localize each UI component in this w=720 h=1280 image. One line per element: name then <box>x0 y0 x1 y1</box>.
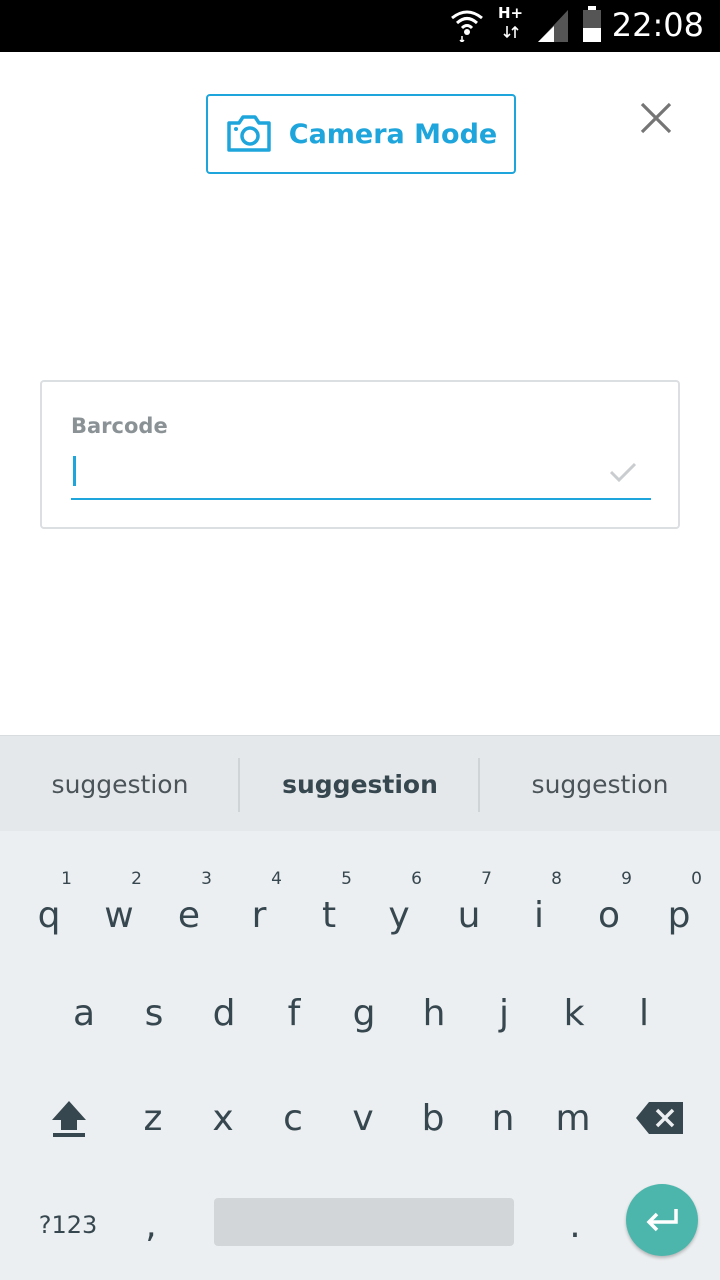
key-b[interactable]: b <box>398 1068 468 1168</box>
key-label: r <box>251 894 267 936</box>
barcode-card: Barcode <box>40 380 680 529</box>
key-hint: 3 <box>201 869 212 889</box>
camera-icon <box>227 115 271 152</box>
key-hint: 6 <box>411 869 422 889</box>
key-label: t <box>321 894 337 936</box>
key-hint: 8 <box>551 869 562 889</box>
key-p[interactable]: 0p <box>644 865 714 965</box>
key-hint: 7 <box>481 869 492 889</box>
key-hint: 9 <box>621 869 632 889</box>
key-label: i <box>533 894 544 936</box>
data-arrows-icon <box>503 25 519 39</box>
key-label: u <box>457 894 481 936</box>
key-i[interactable]: 8i <box>504 865 574 965</box>
space-key[interactable] <box>214 1198 514 1246</box>
key-hint: 2 <box>131 869 142 889</box>
close-icon[interactable] <box>636 98 676 138</box>
key-f[interactable]: f <box>259 963 329 1063</box>
soft-keyboard: suggestion suggestion suggestion 1q 2w 3… <box>0 735 720 1280</box>
enter-icon <box>646 1209 678 1232</box>
key-u[interactable]: 7u <box>434 865 504 965</box>
key-y[interactable]: 6y <box>364 865 434 965</box>
status-bar: H+ 22:08 <box>0 0 720 52</box>
network-type: H+ <box>498 4 524 22</box>
comma-key[interactable]: , <box>116 1175 186 1275</box>
clock: 22:08 <box>611 6 704 44</box>
key-o[interactable]: 9o <box>574 865 644 965</box>
key-a[interactable]: a <box>49 963 119 1063</box>
shift-key[interactable] <box>34 1068 104 1168</box>
suggestion-center[interactable]: suggestion <box>240 736 480 832</box>
key-z[interactable]: z <box>118 1068 188 1168</box>
key-c[interactable]: c <box>258 1068 328 1168</box>
key-v[interactable]: v <box>328 1068 398 1168</box>
key-hint: 4 <box>271 869 282 889</box>
barcode-label: Barcode <box>71 414 168 438</box>
key-label: o <box>597 894 621 936</box>
key-m[interactable]: m <box>538 1068 608 1168</box>
barcode-input[interactable] <box>71 448 651 500</box>
key-x[interactable]: x <box>188 1068 258 1168</box>
text-cursor <box>73 456 76 486</box>
key-l[interactable]: l <box>609 963 679 1063</box>
key-n[interactable]: n <box>468 1068 538 1168</box>
shift-icon <box>52 1101 86 1137</box>
backspace-icon <box>636 1102 683 1134</box>
enter-key[interactable] <box>626 1184 698 1256</box>
key-w[interactable]: 2w <box>84 865 154 965</box>
key-d[interactable]: d <box>189 963 259 1063</box>
camera-mode-label: Camera Mode <box>288 118 498 150</box>
key-hint: 1 <box>61 869 72 889</box>
wifi-icon <box>451 10 483 42</box>
camera-mode-button[interactable]: Camera Mode <box>206 94 516 174</box>
symbols-key[interactable]: ?123 <box>18 1175 118 1275</box>
key-label: e <box>177 894 201 936</box>
key-q[interactable]: 1q <box>14 865 84 965</box>
key-label: q <box>37 894 61 936</box>
key-t[interactable]: 5t <box>294 865 364 965</box>
backspace-key[interactable] <box>625 1068 695 1168</box>
suggestion-strip: suggestion suggestion suggestion <box>0 735 720 831</box>
key-r[interactable]: 4r <box>224 865 294 965</box>
key-s[interactable]: s <box>119 963 189 1063</box>
key-hint: 5 <box>341 869 352 889</box>
signal-icon <box>538 10 568 42</box>
key-h[interactable]: h <box>399 963 469 1063</box>
key-label: w <box>104 894 134 936</box>
key-g[interactable]: g <box>329 963 399 1063</box>
check-icon[interactable] <box>608 460 638 484</box>
suggestion-left[interactable]: suggestion <box>0 736 240 832</box>
suggestion-right[interactable]: suggestion <box>480 736 720 832</box>
period-key[interactable]: . <box>540 1175 610 1275</box>
battery-icon <box>583 6 601 42</box>
key-k[interactable]: k <box>539 963 609 1063</box>
key-hint: 0 <box>691 869 702 889</box>
key-label: y <box>388 894 410 936</box>
key-j[interactable]: j <box>469 963 539 1063</box>
key-e[interactable]: 3e <box>154 865 224 965</box>
key-label: p <box>667 894 691 936</box>
